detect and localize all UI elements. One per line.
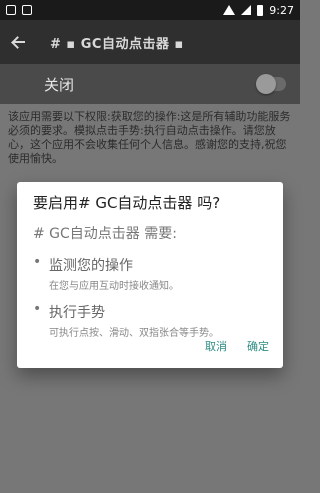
toggle-row[interactable]: 关闭 xyxy=(0,64,300,104)
dialog-actions: 取消 确定 xyxy=(205,338,269,354)
toggle-label: 关闭 xyxy=(44,75,75,94)
enable-service-dialog: 要启用# GC自动点击器 吗? # GC自动点击器 需要: • 监测您的操作 在… xyxy=(17,182,283,368)
permission-description: 该应用需要以下权限:获取您的操作:这是所有辅助功能服务必须的要求。模拟点击手势:… xyxy=(8,110,291,165)
bullet-icon: • xyxy=(33,301,42,317)
notification-icon xyxy=(22,5,32,15)
toolbar: # ▪ GC自动点击器 ▪ xyxy=(0,20,300,64)
status-right: 9:27 xyxy=(223,4,294,17)
signal-icon xyxy=(241,5,252,15)
permission-item: • 执行手势 可执行点按、滑动、双指张合等手势。 xyxy=(33,302,269,339)
dialog-title: 要启用# GC自动点击器 吗? xyxy=(33,194,221,212)
status-bar: 9:27 xyxy=(0,0,300,20)
permission-text: 监测您的操作 在您与应用互动时接收通知。 xyxy=(49,255,179,292)
permission-title: 执行手势 xyxy=(49,305,105,321)
wifi-icon xyxy=(223,5,236,15)
dialog-subtitle: # GC自动点击器 需要: xyxy=(33,226,177,242)
toggle-knob xyxy=(256,74,276,94)
battery-icon xyxy=(257,4,264,16)
enable-toggle[interactable] xyxy=(256,74,286,94)
status-time: 9:27 xyxy=(269,3,294,17)
permission-description-text: 在您与应用互动时接收通知。 xyxy=(49,281,179,292)
bullet-icon: • xyxy=(33,254,42,270)
permission-description-text: 可执行点按、滑动、双指张合等手势。 xyxy=(49,328,219,339)
square-icon xyxy=(6,5,16,15)
status-left xyxy=(6,5,32,15)
ok-button[interactable]: 确定 xyxy=(247,338,269,354)
permission-item: • 监测您的操作 在您与应用互动时接收通知。 xyxy=(33,255,269,292)
back-arrow-icon[interactable] xyxy=(12,35,26,49)
toolbar-title: # ▪ GC自动点击器 ▪ xyxy=(50,36,184,52)
permission-title: 监测您的操作 xyxy=(49,258,133,274)
permission-text: 执行手势 可执行点按、滑动、双指张合等手势。 xyxy=(49,302,219,339)
cancel-button[interactable]: 取消 xyxy=(205,338,227,354)
